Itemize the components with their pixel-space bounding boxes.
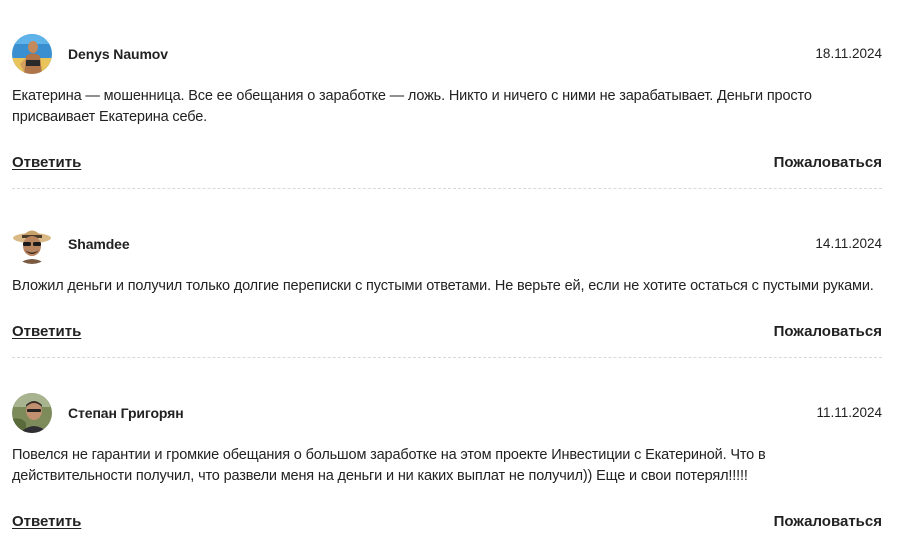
comment-date: 18.11.2024: [815, 46, 882, 61]
comment-date: 11.11.2024: [816, 405, 882, 420]
report-link[interactable]: Пожаловаться: [774, 512, 882, 532]
reply-link[interactable]: Ответить: [12, 322, 81, 342]
reply-link[interactable]: Ответить: [12, 512, 81, 532]
comment-actions: Ответить Пожаловаться: [12, 322, 882, 342]
comment-header: Степан Григорян 11.11.2024: [12, 393, 882, 433]
comment-date: 14.11.2024: [815, 236, 882, 251]
author-name: Степан Григорян: [68, 405, 184, 421]
report-link[interactable]: Пожаловаться: [774, 153, 882, 173]
comment-divider: [12, 357, 882, 358]
avatar: [12, 224, 52, 264]
avatar: [12, 393, 52, 433]
comment-item: Shamdee 14.11.2024 Вложил деньги и получ…: [12, 224, 882, 342]
report-link[interactable]: Пожаловаться: [774, 322, 882, 342]
comment-item: Степан Григорян 11.11.2024 Повелся не га…: [12, 393, 882, 532]
author-name: Shamdee: [68, 236, 130, 252]
comment-header: Shamdee 14.11.2024: [12, 224, 882, 264]
reply-link[interactable]: Ответить: [12, 153, 81, 173]
comment-text: Вложил деньги и получил только долгие пе…: [12, 278, 874, 294]
comment-text: Повелся не гарантии и громкие обещания о…: [12, 447, 766, 484]
comment-divider: [12, 188, 882, 189]
comment-actions: Ответить Пожаловаться: [12, 512, 882, 532]
comment-actions: Ответить Пожаловаться: [12, 153, 882, 173]
avatar: [12, 34, 52, 74]
author-name: Denys Naumov: [68, 46, 168, 62]
comment-text: Екатерина — мошенница. Все ее обещания о…: [12, 88, 812, 125]
comment-item: Denys Naumov 18.11.2024 Екатерина — моше…: [12, 34, 882, 173]
comment-header: Denys Naumov 18.11.2024: [12, 34, 882, 74]
